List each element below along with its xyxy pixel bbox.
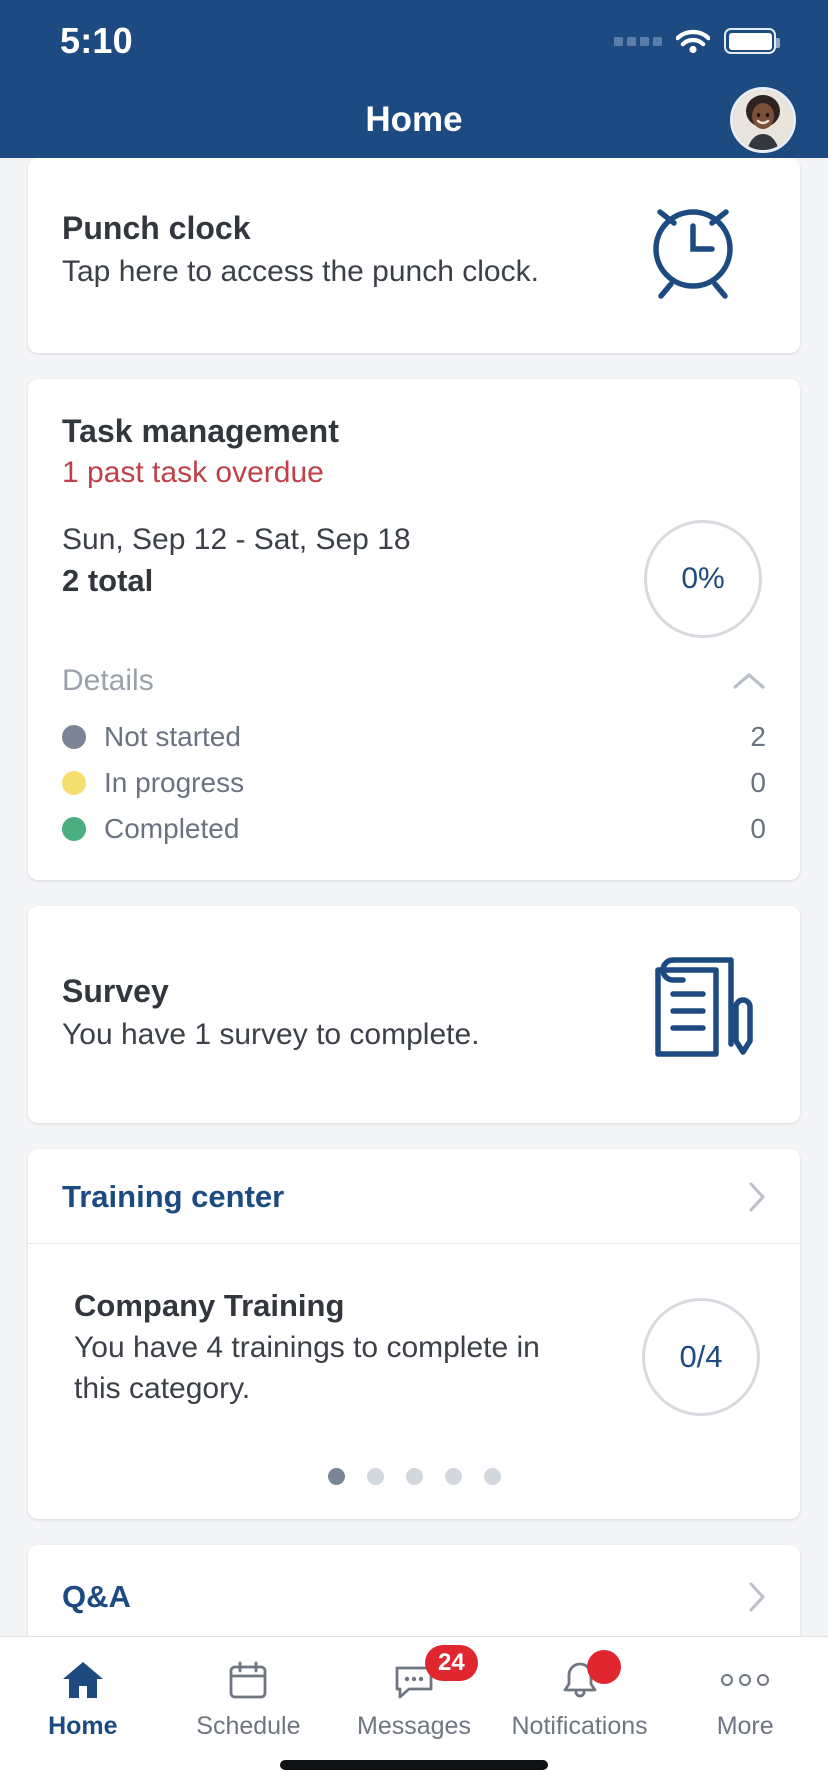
training-center-header[interactable]: Training center xyxy=(28,1149,800,1244)
training-center-card[interactable]: Training center Company Training You hav… xyxy=(28,1149,800,1519)
training-center-title: Training center xyxy=(62,1179,285,1214)
status-count: 2 xyxy=(750,721,766,752)
task-progress-value: 0% xyxy=(681,562,725,595)
task-overdue-text: 1 past task overdue xyxy=(62,456,324,489)
training-item[interactable]: Company Training You have 4 trainings to… xyxy=(28,1244,800,1416)
home-indicator xyxy=(280,1760,548,1770)
task-date-range: Sun, Sep 12 - Sat, Sep 18 xyxy=(62,523,411,556)
tab-messages[interactable]: 24 Messages xyxy=(331,1645,497,1741)
status-bar-indicators xyxy=(614,28,780,54)
page-title: Home xyxy=(365,100,463,139)
phone-screen: 5:10 Home Punch clock Tap here to access… xyxy=(0,0,828,1792)
punch-clock-card[interactable]: Punch clock Tap here to access the punch… xyxy=(28,158,800,353)
battery-full-icon xyxy=(724,28,780,54)
tab-label-schedule: Schedule xyxy=(196,1712,301,1740)
chevron-right-icon[interactable] xyxy=(748,1581,766,1613)
alarm-clock-icon xyxy=(630,192,756,307)
status-dot-in-progress xyxy=(62,771,86,795)
pager-dot[interactable] xyxy=(327,1468,345,1485)
status-label: In progress xyxy=(104,767,245,798)
status-dot-completed xyxy=(62,817,86,841)
punch-clock-title: Punch clock xyxy=(62,210,251,246)
tab-label-notifications: Notifications xyxy=(511,1712,648,1740)
punch-clock-text: Punch clock Tap here to access the punch… xyxy=(62,208,539,291)
task-status-list: Not started 2 In progress 0 Completed 0 xyxy=(62,714,766,852)
task-summary: Sun, Sep 12 - Sat, Sep 18 2 total 0% xyxy=(62,520,766,638)
survey-subtitle: You have 1 survey to complete. xyxy=(62,1018,480,1051)
calendar-icon xyxy=(226,1657,270,1703)
training-progress-ring: 0/4 xyxy=(642,1298,760,1416)
task-status-row: Not started 2 xyxy=(62,714,766,760)
task-status-row: In progress 0 xyxy=(62,760,766,806)
survey-card[interactable]: Survey You have 1 survey to complete. xyxy=(28,906,800,1123)
task-progress-ring: 0% xyxy=(644,520,762,638)
tab-label-messages: Messages xyxy=(357,1712,471,1740)
training-carousel-pager[interactable] xyxy=(28,1416,800,1519)
task-management-card[interactable]: Task management 1 past task overdue Sun,… xyxy=(28,379,800,880)
qa-title: Q&A xyxy=(62,1579,131,1614)
tab-label-more: More xyxy=(716,1712,774,1740)
status-bar-clock: 5:10 xyxy=(60,20,133,61)
status-dot-not-started xyxy=(62,725,86,749)
training-item-title: Company Training xyxy=(74,1288,345,1323)
status-count: 0 xyxy=(750,767,766,798)
avatar[interactable] xyxy=(730,87,796,153)
survey-text: Survey You have 1 survey to complete. xyxy=(62,971,479,1054)
wifi-icon xyxy=(676,28,710,54)
tab-label-home: Home xyxy=(48,1712,118,1740)
notifications-badge-dot xyxy=(586,1650,621,1684)
nav-bar: Home xyxy=(0,82,828,158)
bell-icon xyxy=(559,1650,621,1703)
training-item-subtitle: You have 4 trainings to complete in this… xyxy=(74,1331,540,1405)
pager-dot[interactable] xyxy=(483,1468,501,1485)
status-count: 0 xyxy=(750,813,766,844)
pager-dot[interactable] xyxy=(444,1468,462,1485)
task-total-count: 2 total xyxy=(62,562,154,598)
task-management-title: Task management xyxy=(62,413,339,449)
tab-home[interactable]: Home xyxy=(0,1657,166,1741)
chat-bubble-icon: 24 xyxy=(391,1645,478,1703)
tab-more[interactable]: More xyxy=(662,1657,828,1741)
training-progress-value: 0/4 xyxy=(679,1339,723,1374)
status-label: Completed xyxy=(104,813,240,844)
cellular-bars-icon xyxy=(614,36,662,46)
status-bar: 5:10 xyxy=(0,0,828,82)
task-summary-text: Sun, Sep 12 - Sat, Sep 18 2 total xyxy=(62,520,411,599)
task-status-row: Completed 0 xyxy=(62,806,766,852)
tab-schedule[interactable]: Schedule xyxy=(166,1657,332,1741)
task-details-label: Details xyxy=(62,664,154,697)
chevron-right-icon[interactable] xyxy=(748,1181,766,1213)
ellipsis-icon xyxy=(721,1657,770,1703)
survey-title: Survey xyxy=(62,973,169,1009)
qa-card[interactable]: Q&A xyxy=(28,1545,800,1636)
chevron-up-icon[interactable] xyxy=(732,671,766,691)
tab-notifications[interactable]: Notifications xyxy=(497,1650,663,1741)
task-details-toggle[interactable]: Details xyxy=(62,664,766,700)
home-icon xyxy=(60,1657,106,1703)
survey-document-icon xyxy=(640,954,762,1071)
messages-badge: 24 xyxy=(424,1645,478,1681)
training-item-text: Company Training You have 4 trainings to… xyxy=(74,1288,554,1409)
punch-clock-subtitle: Tap here to access the punch clock. xyxy=(62,255,539,288)
status-label: Not started xyxy=(104,721,241,752)
pager-dot[interactable] xyxy=(366,1468,384,1485)
home-scroll-content[interactable]: Punch clock Tap here to access the punch… xyxy=(0,158,828,1636)
pager-dot[interactable] xyxy=(405,1468,423,1485)
